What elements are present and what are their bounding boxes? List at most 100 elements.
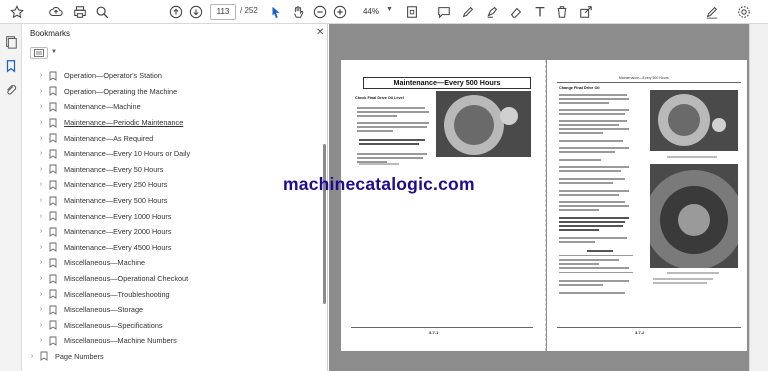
close-icon[interactable]: ✕ bbox=[316, 27, 324, 38]
bookmark-icon bbox=[48, 101, 58, 112]
chevron-right-icon[interactable]: › bbox=[36, 181, 46, 188]
chevron-down-icon[interactable]: ▼ bbox=[51, 49, 57, 55]
bookmark-label: Miscellaneous—Storage bbox=[64, 305, 144, 315]
chevron-right-icon[interactable]: › bbox=[36, 291, 46, 298]
search-icon[interactable] bbox=[94, 4, 110, 20]
page-number-input[interactable]: 113 bbox=[210, 4, 236, 20]
page-down-icon[interactable] bbox=[188, 4, 204, 20]
star-icon[interactable] bbox=[9, 4, 25, 20]
chevron-right-icon[interactable]: › bbox=[36, 119, 46, 126]
chevron-right-icon[interactable]: › bbox=[27, 353, 37, 360]
pages-icon[interactable] bbox=[3, 34, 19, 50]
chevron-right-icon[interactable]: › bbox=[36, 135, 46, 142]
panel-scrollbar[interactable] bbox=[322, 68, 326, 368]
bookmark-icon bbox=[48, 289, 58, 300]
bookmark-item[interactable]: › Operation—Operator's Station bbox=[22, 68, 320, 84]
zoom-in-icon[interactable] bbox=[332, 4, 348, 20]
bookmark-rail-icon[interactable] bbox=[3, 58, 19, 74]
chevron-right-icon[interactable]: › bbox=[36, 197, 46, 204]
chevron-right-icon[interactable]: › bbox=[36, 150, 46, 157]
page-title: Maintenance—Every 500 Hours bbox=[363, 77, 531, 89]
chevron-right-icon[interactable]: › bbox=[36, 306, 46, 313]
toolbar: 113 / 252 44% ▼ bbox=[0, 0, 768, 24]
chevron-right-icon[interactable]: › bbox=[36, 244, 46, 251]
comment-icon[interactable] bbox=[436, 4, 452, 20]
bookmark-item[interactable]: › Maintenance—As Required bbox=[22, 130, 320, 146]
highlighter-icon[interactable] bbox=[484, 4, 500, 20]
edit-pdf-icon[interactable] bbox=[704, 4, 720, 20]
bookmark-icon bbox=[39, 351, 49, 362]
bookmark-icon bbox=[48, 117, 58, 128]
chevron-right-icon[interactable]: › bbox=[36, 103, 46, 110]
bookmark-icon bbox=[48, 211, 58, 222]
running-header: Maintenance—Every 500 Hours bbox=[619, 76, 669, 80]
right-page: Maintenance—Every 500 Hours Change Final… bbox=[547, 60, 747, 351]
bookmark-label: Maintenance—Every 2000 Hours bbox=[64, 227, 172, 237]
zoom-out-icon[interactable] bbox=[312, 4, 328, 20]
bookmark-item[interactable]: › Miscellaneous—Operational Checkout bbox=[22, 271, 320, 287]
bookmark-item[interactable]: › Maintenance—Every 10 Hours or Daily bbox=[22, 146, 320, 162]
bookmark-item[interactable]: › Page Numbers bbox=[22, 349, 320, 365]
bookmark-item[interactable]: › Maintenance—Every 4500 Hours bbox=[22, 240, 320, 256]
document-view[interactable]: Maintenance—Every 500 Hours Check Final … bbox=[283, 24, 749, 371]
bookmark-icon bbox=[48, 86, 58, 97]
cloud-upload-icon[interactable] bbox=[48, 4, 64, 20]
fit-page-icon[interactable] bbox=[404, 4, 420, 20]
final-drive-cutaway-photo bbox=[650, 164, 738, 268]
hand-icon[interactable] bbox=[290, 4, 306, 20]
eraser-icon[interactable] bbox=[508, 4, 524, 20]
delete-icon[interactable] bbox=[554, 4, 570, 20]
chevron-right-icon[interactable]: › bbox=[36, 275, 46, 282]
bookmark-icon bbox=[48, 320, 58, 331]
chevron-right-icon[interactable]: › bbox=[36, 213, 46, 220]
bookmark-label: Miscellaneous—Operational Checkout bbox=[64, 274, 189, 284]
bookmark-item[interactable]: › Miscellaneous—Storage bbox=[22, 302, 320, 318]
bookmark-icon bbox=[48, 179, 58, 190]
text-icon[interactable] bbox=[532, 4, 548, 20]
pen-icon[interactable] bbox=[460, 4, 476, 20]
bookmark-item[interactable]: › Miscellaneous—Machine bbox=[22, 255, 320, 271]
attachment-icon[interactable] bbox=[3, 82, 19, 98]
bookmark-item[interactable]: › Maintenance—Every 50 Hours bbox=[22, 162, 320, 178]
bookmark-label: Maintenance—Every 250 Hours bbox=[64, 180, 168, 190]
page-up-icon[interactable] bbox=[168, 4, 184, 20]
bookmark-item[interactable]: › Maintenance—Every 1000 Hours bbox=[22, 208, 320, 224]
chevron-right-icon[interactable]: › bbox=[36, 259, 46, 266]
bookmark-label: Maintenance—Every 500 Hours bbox=[64, 196, 168, 206]
page-number: 3-7-2 bbox=[635, 330, 645, 335]
bookmark-item[interactable]: › Miscellaneous—Machine Numbers bbox=[22, 333, 320, 349]
bookmark-options-icon[interactable] bbox=[30, 47, 48, 59]
bookmark-icon bbox=[48, 164, 58, 175]
bookmark-item[interactable]: › Operation—Operating the Machine bbox=[22, 84, 320, 100]
zoom-level[interactable]: 44% bbox=[355, 4, 387, 20]
page-total: / 252 bbox=[240, 6, 258, 15]
bookmark-item[interactable]: › Maintenance—Machine bbox=[22, 99, 320, 115]
bookmark-item[interactable]: › Maintenance—Every 500 Hours bbox=[22, 193, 320, 209]
bookmark-item[interactable]: › Maintenance—Every 250 Hours bbox=[22, 177, 320, 193]
chevron-right-icon[interactable]: › bbox=[36, 322, 46, 329]
chevron-right-icon[interactable]: › bbox=[36, 337, 46, 344]
bookmark-label: Operation—Operating the Machine bbox=[64, 86, 178, 96]
share-icon[interactable] bbox=[578, 4, 594, 20]
watermark: machinecatalogic.com bbox=[283, 174, 475, 194]
chevron-right-icon[interactable]: › bbox=[36, 72, 46, 79]
scroll-thumb[interactable] bbox=[323, 144, 326, 304]
bookmark-icon bbox=[48, 273, 58, 284]
bookmark-icon bbox=[48, 257, 58, 268]
bookmark-icon bbox=[48, 304, 58, 315]
side-rail bbox=[0, 24, 22, 371]
settings-icon[interactable] bbox=[736, 4, 752, 20]
bookmark-label: Miscellaneous—Specifications bbox=[64, 320, 163, 330]
chevron-right-icon[interactable]: › bbox=[36, 166, 46, 173]
bookmark-item[interactable]: › Miscellaneous—Specifications bbox=[22, 318, 320, 334]
bookmark-item[interactable]: › Maintenance—Every 2000 Hours bbox=[22, 224, 320, 240]
select-cursor-icon[interactable] bbox=[268, 4, 284, 20]
bookmark-label: Maintenance—Every 10 Hours or Daily bbox=[64, 149, 191, 159]
chevron-right-icon[interactable]: › bbox=[36, 228, 46, 235]
bookmark-item[interactable]: › Miscellaneous—Troubleshooting bbox=[22, 286, 320, 302]
chevron-right-icon[interactable]: › bbox=[36, 88, 46, 95]
document-scrollbar[interactable] bbox=[749, 24, 768, 371]
zoom-dropdown-icon[interactable]: ▼ bbox=[386, 6, 393, 13]
bookmark-item[interactable]: › Maintenance—Periodic Maintenance bbox=[22, 115, 320, 131]
print-icon[interactable] bbox=[72, 4, 88, 20]
